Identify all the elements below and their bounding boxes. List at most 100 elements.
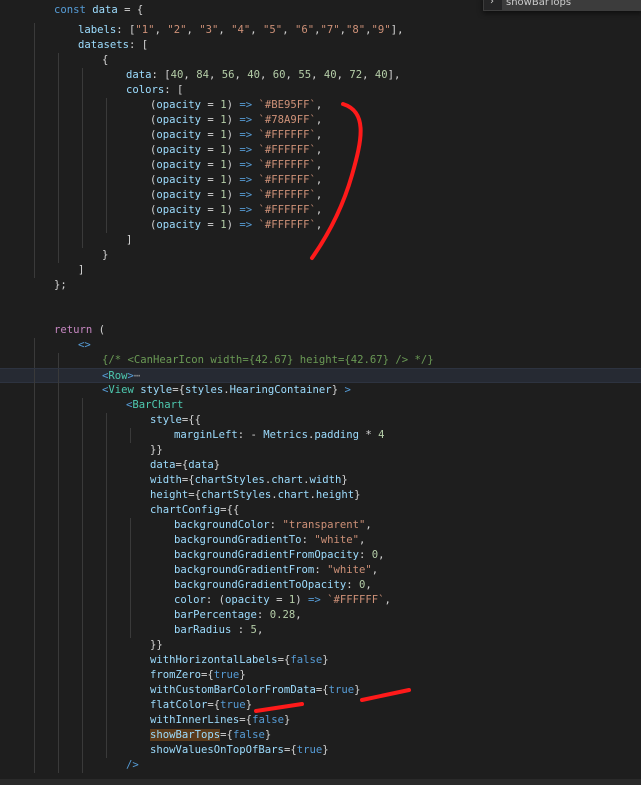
code-text: (opacity = 1) => `#BE95FF`, (150, 98, 322, 113)
code-token: , (260, 69, 273, 81)
horizontal-scrollbar[interactable] (0, 779, 641, 785)
code-line[interactable]: color: (opacity = 1) => `#FFFFFF`, (0, 593, 641, 608)
code-token: , (365, 579, 372, 591)
code-line[interactable]: data: [40, 84, 56, 40, 60, 55, 40, 72, 4… (0, 68, 641, 83)
code-token: "7" (320, 24, 340, 36)
code-token: opacity (156, 144, 202, 156)
code-line[interactable]: withInnerLines={false} (0, 713, 641, 728)
code-line[interactable]: withCustomBarColorFromData={true} (0, 683, 641, 698)
code-line[interactable]: (opacity = 1) => `#FFFFFF`, (0, 203, 641, 218)
code-line[interactable]: backgroundGradientFromOpacity: 0, (0, 548, 641, 563)
indent-guide (58, 443, 59, 458)
indent-guide (58, 173, 59, 188)
indent-guide (82, 578, 83, 593)
code-line[interactable]: marginLeft: - Metrics.padding * 4 (0, 428, 641, 443)
code-line[interactable]: (opacity = 1) => `#FFFFFF`, (0, 188, 641, 203)
code-token: => (239, 129, 253, 141)
code-line[interactable]: <BarChart (0, 398, 641, 413)
code-token: withCustomBarColorFromData (150, 684, 316, 696)
indent-guide (58, 383, 59, 398)
code-line[interactable]: width={chartStyles.chart.width} (0, 473, 641, 488)
code-token: backgroundGradientFrom (174, 564, 315, 576)
code-line[interactable]: <View style={styles.HearingContainer} > (0, 383, 641, 398)
find-widget[interactable]: › showBarTops (483, 0, 641, 11)
indent-guide (106, 668, 107, 683)
code-line[interactable]: }} (0, 638, 641, 653)
indent-guide (34, 608, 35, 623)
code-token: colors (126, 84, 165, 96)
code-token: => (239, 204, 253, 216)
code-token: chartStyles (201, 489, 272, 501)
indent-guide (82, 728, 83, 743)
code-line[interactable]: (opacity = 1) => `#78A9FF`, (0, 113, 641, 128)
code-token: => (239, 144, 253, 156)
code-line[interactable]: withHorizontalLabels={false} (0, 653, 641, 668)
code-line[interactable]: flatColor={true} (0, 698, 641, 713)
code-line[interactable]: style={{ (0, 413, 641, 428)
indent-guide (34, 143, 35, 158)
code-token: , (311, 69, 324, 81)
code-line[interactable]: backgroundColor: "transparent", (0, 518, 641, 533)
code-line[interactable]: {/* <CanHearIcon width={42.67} height={4… (0, 353, 641, 368)
indent-guide (82, 68, 83, 83)
chevron-right-icon[interactable]: › (490, 0, 494, 7)
code-line[interactable]: barRadius : 5, (0, 623, 641, 638)
code-line[interactable]: return ( (0, 323, 641, 338)
code-line[interactable]: backgroundGradientFrom: "white", (0, 563, 641, 578)
indent-guide (106, 488, 107, 503)
code-token: } (331, 384, 345, 396)
code-line[interactable]: (opacity = 1) => `#FFFFFF`, (0, 218, 641, 233)
code-line[interactable]: (opacity = 1) => `#BE95FF`, (0, 98, 641, 113)
code-line[interactable]: height={chartStyles.chart.height} (0, 488, 641, 503)
code-token: color (174, 594, 206, 606)
code-line[interactable]: }} (0, 443, 641, 458)
code-line[interactable]: showValuesOnTopOfBars={true} (0, 743, 641, 758)
indent-guide (82, 113, 83, 128)
code-line[interactable]: ] (0, 263, 641, 278)
indent-guide (130, 623, 131, 638)
code-token: barRadius (174, 624, 232, 636)
code-token: `#BE95FF` (258, 99, 316, 111)
code-token: } (354, 489, 361, 501)
code-line[interactable]: }; (0, 278, 641, 293)
code-line[interactable]: backgroundGradientToOpacity: 0, (0, 578, 641, 593)
indent-guide (130, 533, 131, 548)
code-text: backgroundGradientFrom: "white", (174, 563, 378, 578)
code-line[interactable]: } (0, 248, 641, 263)
code-line[interactable]: /> (0, 758, 641, 773)
code-line[interactable]: (opacity = 1) => `#FFFFFF`, (0, 128, 641, 143)
code-line[interactable]: backgroundGradientTo: "white", (0, 533, 641, 548)
indent-guide (34, 488, 35, 503)
indent-guide (34, 653, 35, 668)
code-line[interactable]: (opacity = 1) => `#FFFFFF`, (0, 158, 641, 173)
code-line[interactable]: colors: [ (0, 83, 641, 98)
code-line[interactable]: datasets: [ (0, 38, 641, 53)
code-line[interactable]: barPercentage: 0.28, (0, 608, 641, 623)
code-editor[interactable]: const data = {labels: ["1", "2", "3", "4… (0, 0, 641, 785)
code-token: } (322, 654, 329, 666)
indent-guide (58, 548, 59, 563)
code-line[interactable]: <> (0, 338, 641, 353)
indent-guide (58, 683, 59, 698)
code-token: = (201, 189, 221, 201)
code-token: fromZero (150, 669, 202, 681)
code-line[interactable]: showBarTops={false} (0, 728, 641, 743)
code-line[interactable]: labels: ["1", "2", "3", "4", "5", "6","7… (0, 23, 641, 38)
code-token: 40 (170, 69, 184, 81)
code-line[interactable]: ] (0, 233, 641, 248)
code-line[interactable]: fromZero={true} (0, 668, 641, 683)
code-token: `#FFFFFF` (258, 219, 316, 231)
indent-guide (34, 668, 35, 683)
code-line[interactable]: chartConfig={{ (0, 503, 641, 518)
code-token: ) (226, 99, 240, 111)
code-line[interactable]: { (0, 53, 641, 68)
indent-guide (58, 413, 59, 428)
code-line[interactable]: data={data} (0, 458, 641, 473)
search-input[interactable]: showBarTops (502, 0, 641, 10)
code-line[interactable]: (opacity = 1) => `#FFFFFF`, (0, 143, 641, 158)
code-line[interactable]: <Row>⋯ (0, 368, 641, 384)
code-token: "3" (199, 24, 219, 36)
code-token: , (234, 69, 248, 81)
code-line[interactable]: (opacity = 1) => `#FFFFFF`, (0, 173, 641, 188)
indent-guide (34, 353, 35, 368)
